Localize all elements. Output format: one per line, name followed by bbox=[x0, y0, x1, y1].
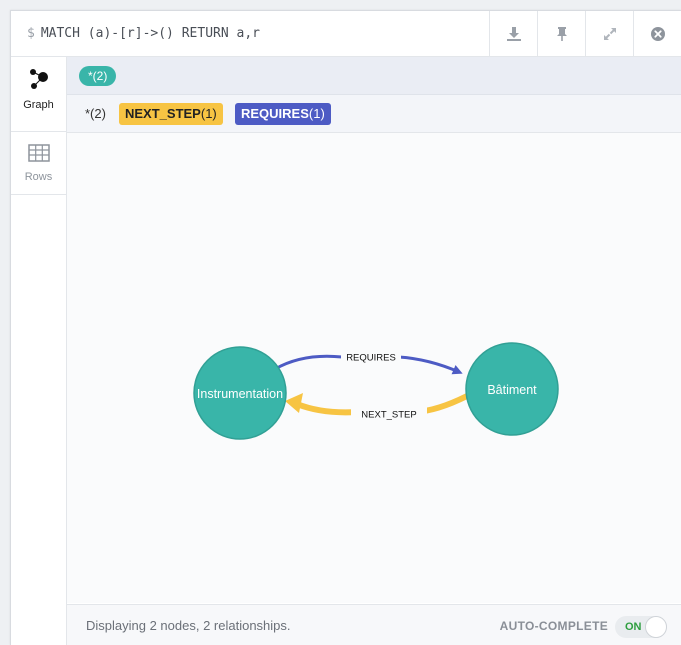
relationship-count: (1) bbox=[308, 106, 325, 121]
autocomplete-label: AUTO-COMPLETE bbox=[499, 619, 608, 633]
node-label-pill[interactable]: *(2) bbox=[79, 66, 117, 86]
all-relationships-label[interactable]: *(2) bbox=[85, 95, 106, 133]
pin-button[interactable] bbox=[537, 11, 585, 57]
node-label: Instrumentation bbox=[197, 387, 283, 401]
relationship-type: REQUIRES bbox=[241, 106, 309, 121]
sidebar-item-label: Rows bbox=[24, 170, 53, 183]
frame-header: $ MATCH (a)-[r]->() RETURN a,r bbox=[11, 11, 681, 57]
graph-icon bbox=[28, 68, 50, 93]
query-string: MATCH (a)-[r]->() RETURN a,r bbox=[40, 26, 260, 41]
prompt-symbol: $ bbox=[27, 26, 35, 41]
pin-icon bbox=[555, 26, 569, 42]
node-label: Bâtiment bbox=[487, 383, 537, 397]
autocomplete-toggle[interactable]: ON bbox=[615, 616, 667, 638]
relationship-chip-next-step[interactable]: NEXT_STEP(1) bbox=[119, 103, 223, 125]
status-text: Displaying 2 nodes, 2 relationships. bbox=[86, 618, 291, 633]
sidebar-item-label: Graph bbox=[23, 98, 54, 111]
download-button[interactable] bbox=[489, 11, 537, 57]
close-button[interactable] bbox=[633, 11, 681, 57]
relationship-count: (1) bbox=[200, 106, 217, 121]
expand-icon bbox=[602, 26, 618, 42]
edge-label-requires: REQUIRES bbox=[346, 353, 396, 364]
outer-left-margin bbox=[0, 0, 10, 645]
download-icon bbox=[506, 26, 522, 42]
frame-footer: Displaying 2 nodes, 2 relationships. AUT… bbox=[67, 604, 681, 645]
sidebar-item-graph[interactable]: Graph bbox=[11, 57, 66, 121]
view-sidebar: Graph Rows bbox=[11, 57, 67, 645]
toggle-knob bbox=[645, 616, 667, 638]
relationship-type: NEXT_STEP bbox=[125, 106, 201, 121]
query-text[interactable]: $ MATCH (a)-[r]->() RETURN a,r bbox=[27, 11, 260, 57]
table-icon bbox=[27, 143, 50, 165]
sidebar-item-rows[interactable]: Rows bbox=[11, 131, 66, 195]
relationship-legend: *(2) NEXT_STEP(1) REQUIRES(1) bbox=[67, 95, 681, 133]
close-icon bbox=[650, 26, 666, 42]
edge-label-next-step: NEXT_STEP bbox=[361, 410, 416, 421]
node-legend: *(2) bbox=[67, 57, 681, 95]
toggle-state: ON bbox=[625, 621, 642, 633]
outer-top-margin bbox=[0, 0, 681, 10]
expand-button[interactable] bbox=[585, 11, 633, 57]
result-frame: $ MATCH (a)-[r]->() RETURN a,r Graph Row… bbox=[10, 10, 681, 645]
relationship-chip-requires[interactable]: REQUIRES(1) bbox=[235, 103, 331, 125]
edge-arrowhead bbox=[285, 393, 303, 413]
graph-canvas[interactable]: REQUIRES NEXT_STEP Instrumentation Bâtim… bbox=[67, 133, 681, 603]
